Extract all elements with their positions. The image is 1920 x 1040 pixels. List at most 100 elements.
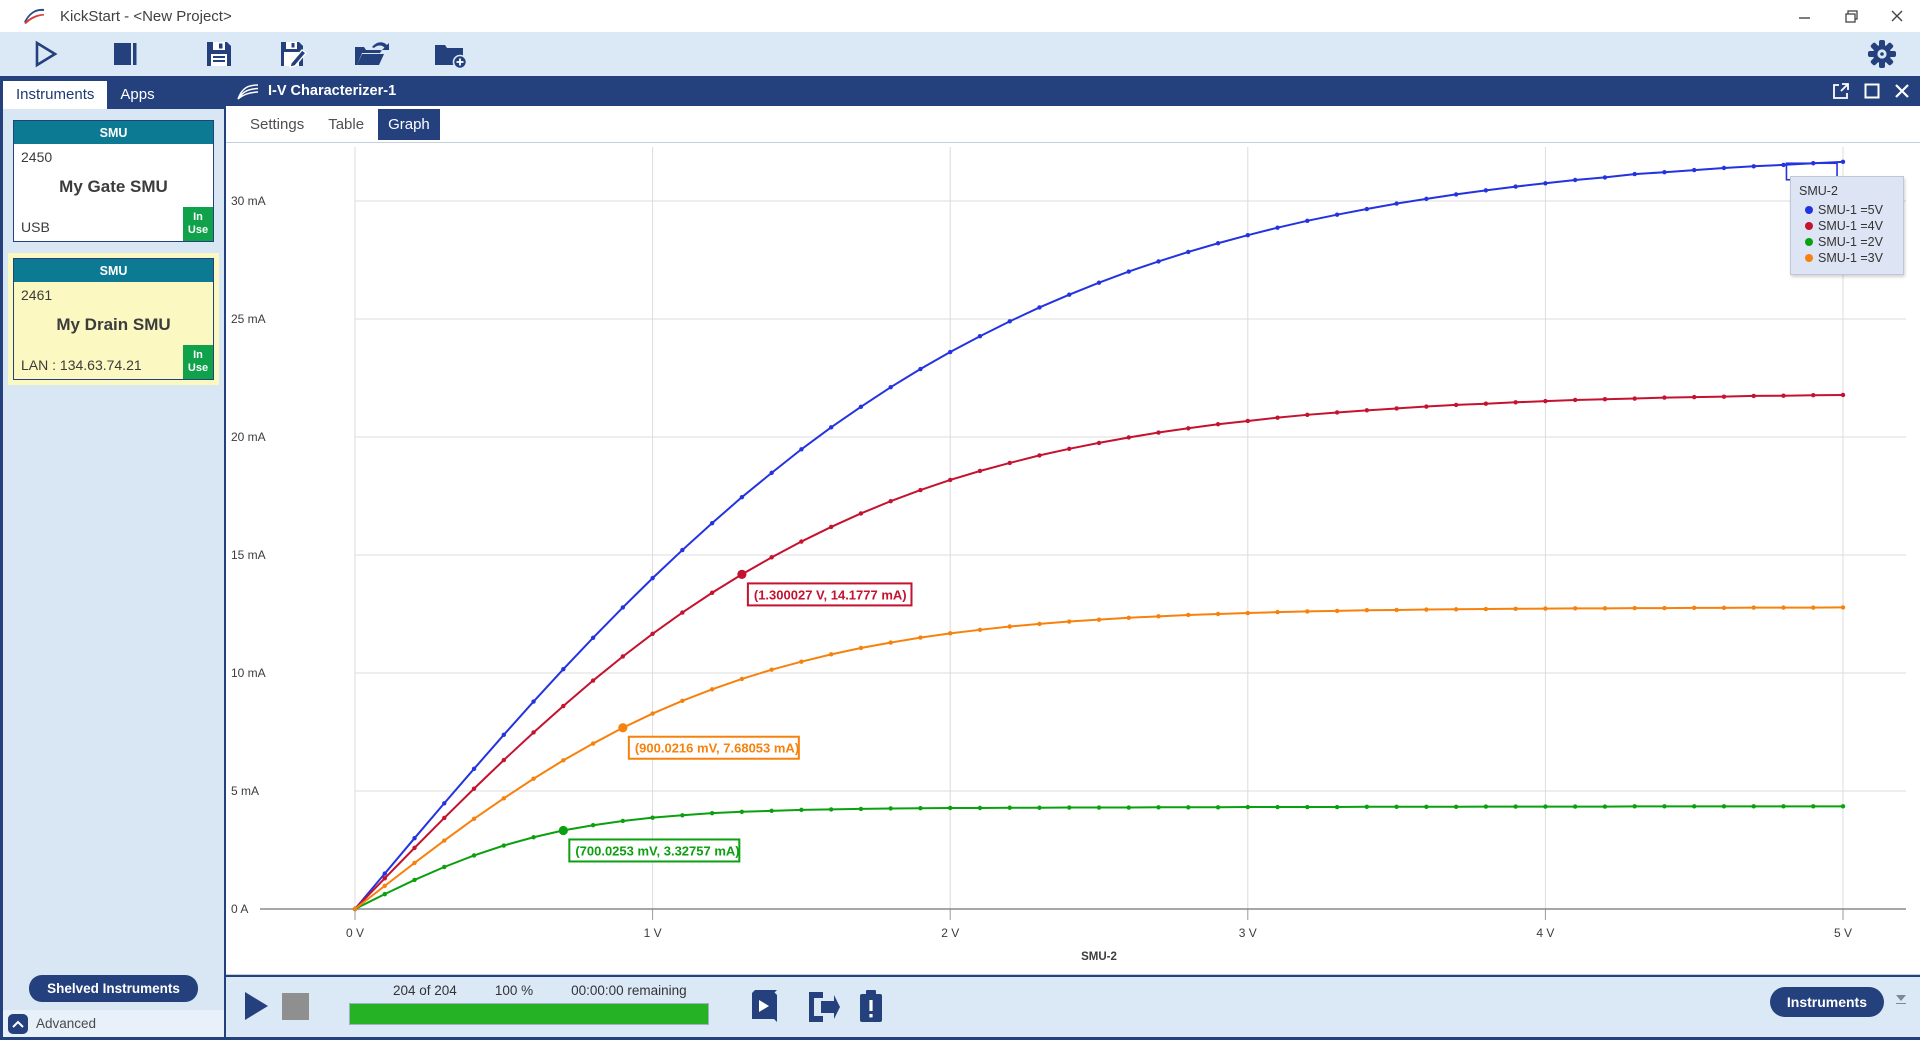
legend-entry: SMU-1 =3V — [1799, 250, 1895, 266]
data-point — [1543, 399, 1547, 403]
tab-instruments[interactable]: Instruments — [3, 81, 107, 109]
data-point — [1275, 225, 1279, 229]
svg-text:0 V: 0 V — [346, 926, 364, 940]
series-dot-icon — [1805, 206, 1813, 214]
iv-chart[interactable]: 0 V1 V2 V3 V4 V5 V0 A5 mA10 mA15 mA20 mA… — [226, 143, 1920, 973]
data-point — [531, 730, 535, 734]
data-point — [1394, 201, 1398, 205]
svg-text:2 V: 2 V — [941, 926, 959, 940]
data-point — [621, 654, 625, 658]
data-point — [1246, 419, 1250, 423]
instrument-card-drain-smu[interactable]: SMU 2461 My Drain SMU LAN : 134.63.74.21… — [13, 258, 214, 380]
tab-graph[interactable]: Graph — [378, 109, 440, 140]
series-line — [355, 162, 1843, 909]
shelved-instruments-button[interactable]: Shelved Instruments — [29, 975, 198, 1002]
data-point — [1097, 280, 1101, 284]
data-point — [978, 469, 982, 473]
series-dot-icon — [1805, 254, 1813, 262]
data-point — [1513, 607, 1517, 611]
tab-settings[interactable]: Settings — [240, 109, 314, 140]
new-project-button[interactable] — [424, 34, 476, 74]
data-point — [799, 447, 803, 451]
annotation-label: (700.0253 mV, 3.32757 mA) — [575, 843, 739, 858]
advanced-label: Advanced — [36, 1016, 96, 1031]
run-button[interactable] — [22, 34, 68, 74]
data-point — [680, 610, 684, 614]
svg-text:15 mA: 15 mA — [231, 548, 266, 562]
run-status-bar: 204 of 204 100 % 00:00:00 remaining — [226, 975, 1920, 1037]
data-point — [888, 499, 892, 503]
run-test-button[interactable] — [242, 990, 270, 1027]
settings-gear-button[interactable] — [1858, 34, 1906, 74]
data-point — [1156, 614, 1160, 618]
stop-button[interactable] — [102, 34, 148, 74]
data-point — [888, 806, 892, 810]
graph-plot-area[interactable]: 0 V1 V2 V3 V4 V5 V0 A5 mA10 mA15 mA20 mA… — [226, 142, 1920, 975]
instrument-error-button[interactable] — [857, 989, 885, 1030]
data-point — [502, 758, 506, 762]
close-icon — [1891, 10, 1903, 22]
close-app-icon[interactable] — [1894, 83, 1910, 99]
data-point — [1811, 605, 1815, 609]
run-script-icon — [748, 989, 780, 1025]
close-button[interactable] — [1874, 0, 1920, 32]
data-point — [531, 835, 535, 839]
data-point — [650, 576, 654, 580]
dock-collapse-caret[interactable] — [1896, 995, 1908, 1004]
save-button[interactable] — [196, 34, 242, 74]
settings-gear-icon — [1866, 38, 1898, 70]
data-point — [1513, 184, 1517, 188]
data-point — [680, 813, 684, 817]
data-point — [442, 865, 446, 869]
legend-entry: SMU-1 =4V — [1799, 218, 1895, 234]
restore-button[interactable] — [1828, 0, 1874, 32]
data-point — [1752, 394, 1756, 398]
data-point — [1067, 292, 1071, 296]
data-point — [1216, 805, 1220, 809]
data-point — [1067, 619, 1071, 623]
data-point — [1037, 453, 1041, 457]
data-point — [1394, 608, 1398, 612]
instruments-dock-button[interactable]: Instruments — [1770, 987, 1884, 1017]
popout-icon[interactable] — [1832, 82, 1850, 100]
iv-curves-icon — [236, 82, 260, 100]
data-point — [1275, 610, 1279, 614]
data-point — [1841, 393, 1845, 397]
data-point — [1454, 192, 1458, 196]
stop-test-button-disabled[interactable] — [282, 993, 309, 1020]
tab-apps[interactable]: Apps — [107, 81, 167, 109]
data-point — [1573, 398, 1577, 402]
restore-icon — [1845, 10, 1858, 23]
data-point — [680, 699, 684, 703]
minimize-button[interactable] — [1782, 0, 1828, 32]
tab-table[interactable]: Table — [318, 109, 374, 140]
data-point — [1275, 415, 1279, 419]
data-point — [978, 334, 982, 338]
save-as-button[interactable] — [270, 34, 318, 74]
data-point — [1186, 426, 1190, 430]
instrument-card-gate-smu[interactable]: SMU 2450 My Gate SMU USB In Use — [13, 120, 214, 242]
data-point — [1543, 181, 1547, 185]
data-point — [1752, 804, 1756, 808]
advanced-toggle[interactable]: Advanced — [3, 1010, 224, 1037]
run-test-icon — [242, 990, 270, 1022]
export-data-button[interactable] — [806, 990, 842, 1029]
data-point — [1424, 404, 1428, 408]
maximize-icon[interactable] — [1864, 83, 1880, 99]
app-title: I-V Characterizer-1 — [268, 83, 396, 99]
run-script-button[interactable] — [748, 989, 780, 1030]
data-point — [888, 640, 892, 644]
open-project-button[interactable] — [344, 34, 400, 74]
stop-icon — [110, 39, 140, 69]
data-point — [1067, 805, 1071, 809]
data-point — [1394, 406, 1398, 410]
data-point — [1454, 805, 1458, 809]
data-point — [710, 521, 714, 525]
svg-text:4 V: 4 V — [1536, 926, 1554, 940]
legend-title: SMU-2 — [1799, 184, 1895, 198]
data-point — [918, 635, 922, 639]
data-point — [948, 478, 952, 482]
main-toolbar — [0, 32, 1920, 76]
data-point — [1752, 605, 1756, 609]
data-point — [1484, 188, 1488, 192]
